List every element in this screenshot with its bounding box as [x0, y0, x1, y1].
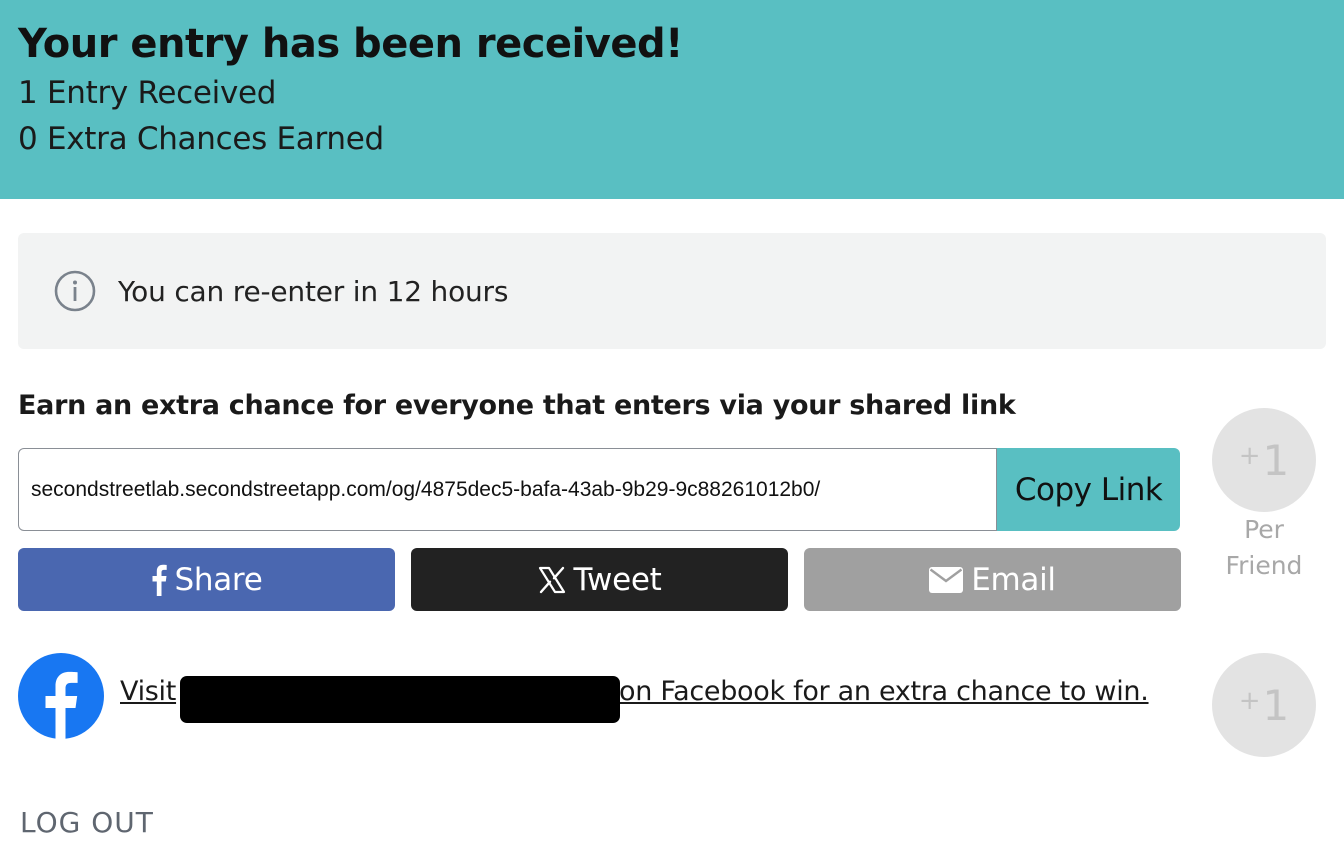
envelope-icon	[929, 566, 964, 593]
share-link-input[interactable]	[18, 448, 998, 531]
x-tweet-button[interactable]: Tweet	[411, 548, 788, 611]
reentry-notice: You can re-enter in 12 hours	[18, 233, 1326, 349]
badge-value: 1	[1262, 435, 1290, 485]
per-friend-badge: + 1	[1212, 408, 1316, 512]
facebook-logo-icon	[18, 653, 104, 739]
social-share-row: Share Tweet Email	[18, 548, 1181, 611]
facebook-f-icon	[151, 564, 167, 596]
x-tweet-label: Tweet	[573, 561, 662, 598]
extra-chances-text: 0 Extra Chances Earned	[18, 121, 384, 157]
facebook-share-label: Share	[174, 561, 263, 598]
per-friend-label: Per Friend	[1225, 515, 1303, 580]
entry-confirmation-banner: Your entry has been received! 1 Entry Re…	[0, 0, 1344, 199]
badge-plus-sign: +	[1238, 441, 1261, 471]
info-icon	[54, 270, 96, 312]
reentry-notice-text: You can re-enter in 12 hours	[118, 274, 509, 308]
logout-link[interactable]: LOG OUT	[20, 806, 154, 839]
email-share-button[interactable]: Email	[804, 548, 1181, 611]
x-logo-icon	[538, 566, 566, 594]
redacted-block	[180, 676, 620, 723]
share-heading: Earn an extra chance for everyone that e…	[18, 390, 1016, 421]
badge-plus-sign: +	[1238, 686, 1261, 716]
entries-received-text: 1 Entry Received	[18, 75, 277, 111]
copy-link-button[interactable]: Copy Link	[997, 448, 1180, 531]
email-share-label: Email	[971, 561, 1056, 598]
visit-link-prefix: Visit	[120, 676, 177, 707]
facebook-share-button[interactable]: Share	[18, 548, 395, 611]
facebook-visit-row	[18, 653, 104, 739]
facebook-bonus-badge: + 1	[1212, 653, 1316, 757]
share-link-row: Copy Link	[18, 448, 1180, 531]
visit-link-suffix: on Facebook for an extra chance to win.	[619, 676, 1149, 707]
badge-value: 1	[1262, 680, 1290, 730]
banner-title: Your entry has been received!	[18, 21, 683, 67]
